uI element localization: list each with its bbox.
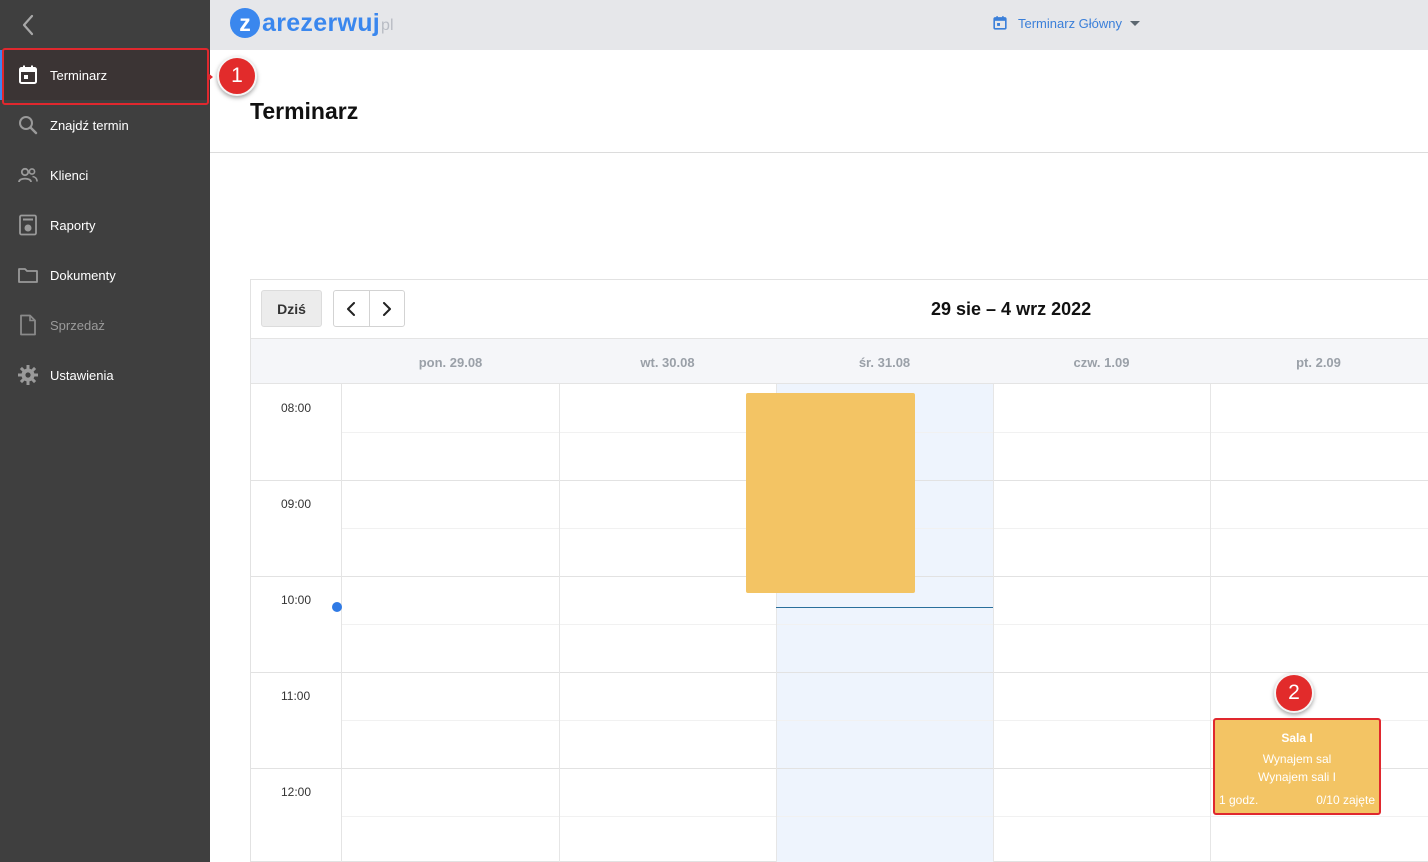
sidebar-item-label: Sprzedaż bbox=[50, 317, 105, 333]
caret-down-icon bbox=[1130, 20, 1141, 26]
sidebar-item-ustawienia[interactable]: Ustawienia bbox=[0, 350, 210, 400]
day-column-divider bbox=[993, 384, 994, 862]
calendar-icon bbox=[993, 16, 1007, 30]
search-icon bbox=[19, 116, 38, 135]
sidebar-item-sprzedaz[interactable]: Sprzedaż bbox=[0, 300, 210, 350]
logo[interactable]: z arezerwuj pl bbox=[230, 7, 394, 39]
current-time-dot bbox=[332, 602, 342, 612]
time-label: 12:00 bbox=[281, 785, 312, 799]
calendar-event[interactable] bbox=[746, 393, 915, 593]
sidebar-item-label: Ustawienia bbox=[50, 367, 114, 383]
top-bar: z arezerwuj pl Terminarz Główny bbox=[210, 0, 1428, 50]
sidebar-item-terminarz[interactable]: Terminarz bbox=[0, 50, 210, 100]
time-label: 11:00 bbox=[281, 689, 311, 703]
day-header[interactable]: śr. 31.08 bbox=[776, 339, 993, 385]
calendar-select-label: Terminarz Główny bbox=[1018, 15, 1123, 31]
day-header[interactable]: pon. 29.08 bbox=[342, 339, 559, 385]
calendar-event-sala[interactable]: Sala I Wynajem sal Wynajem sali I 1 godz… bbox=[1213, 718, 1381, 815]
logo-mark: z bbox=[230, 8, 260, 38]
sidebar-item-label: Klienci bbox=[50, 167, 89, 183]
sidebar-item-label: Raporty bbox=[50, 217, 96, 233]
logo-text: arezerwuj bbox=[262, 8, 381, 37]
people-icon bbox=[18, 167, 38, 183]
document-icon bbox=[20, 314, 36, 336]
calendar-select-dropdown[interactable]: Terminarz Główny bbox=[992, 15, 1141, 31]
logo-tld: pl bbox=[381, 17, 394, 34]
week-nav-group bbox=[333, 290, 405, 327]
day-header[interactable]: czw. 1.09 bbox=[993, 339, 1210, 385]
sidebar-item-dokumenty[interactable]: Dokumenty bbox=[0, 250, 210, 300]
today-button[interactable]: Dziś bbox=[261, 290, 322, 327]
event-subservice: Wynajem sali I bbox=[1258, 770, 1336, 784]
sidebar-item-raporty[interactable]: Raporty bbox=[0, 200, 210, 250]
sidebar-item-znajdz-termin[interactable]: Znajdź termin bbox=[0, 100, 210, 150]
sidebar-item-label: Terminarz bbox=[50, 67, 108, 83]
current-time-line bbox=[776, 607, 993, 608]
sidebar: Terminarz Znajdź termin Klienci Raporty … bbox=[0, 0, 210, 862]
sidebar-item-label: Dokumenty bbox=[50, 267, 116, 283]
calendar-icon bbox=[19, 65, 37, 84]
chevron-left-icon bbox=[22, 14, 34, 36]
event-capacity: 0/10 zajęte bbox=[1316, 793, 1375, 807]
next-week-button[interactable] bbox=[368, 291, 404, 326]
sidebar-item-klienci[interactable]: Klienci bbox=[0, 150, 210, 200]
prev-week-button[interactable] bbox=[334, 291, 369, 326]
event-duration: 1 godz. bbox=[1219, 793, 1259, 807]
header-divider bbox=[210, 152, 1428, 153]
event-title: Sala I bbox=[1281, 731, 1313, 745]
highlight-pointer bbox=[208, 73, 213, 81]
day-header[interactable]: wt. 30.08 bbox=[559, 339, 776, 385]
collapse-sidebar-button[interactable] bbox=[14, 10, 42, 40]
time-label: 09:00 bbox=[281, 497, 312, 511]
time-label: 10:00 bbox=[281, 593, 312, 607]
time-label: 08:00 bbox=[281, 401, 312, 415]
day-header-row: pon. 29.08 wt. 30.08 śr. 31.08 czw. 1.09… bbox=[251, 338, 1428, 384]
time-column-divider bbox=[341, 384, 342, 862]
annotation-marker-2: 2 bbox=[1274, 673, 1314, 713]
day-column-divider bbox=[1210, 384, 1211, 862]
chevron-right-icon bbox=[382, 301, 391, 316]
half-hour-line bbox=[342, 624, 1428, 625]
annotation-marker-1: 1 bbox=[217, 56, 257, 96]
gear-icon bbox=[18, 365, 38, 385]
half-hour-line bbox=[342, 816, 1428, 817]
folder-icon bbox=[18, 268, 38, 283]
event-service: Wynajem sal bbox=[1262, 752, 1332, 766]
chevron-left-icon bbox=[347, 301, 356, 316]
report-icon bbox=[19, 214, 37, 236]
sidebar-item-label: Znajdź termin bbox=[50, 117, 129, 133]
date-range-title: 29 sie – 4 wrz 2022 bbox=[931, 299, 1092, 319]
page-title: Terminarz bbox=[250, 98, 359, 124]
day-column-divider bbox=[559, 384, 560, 862]
hour-line bbox=[251, 672, 1428, 673]
day-header[interactable]: pt. 2.09 bbox=[1210, 339, 1427, 385]
